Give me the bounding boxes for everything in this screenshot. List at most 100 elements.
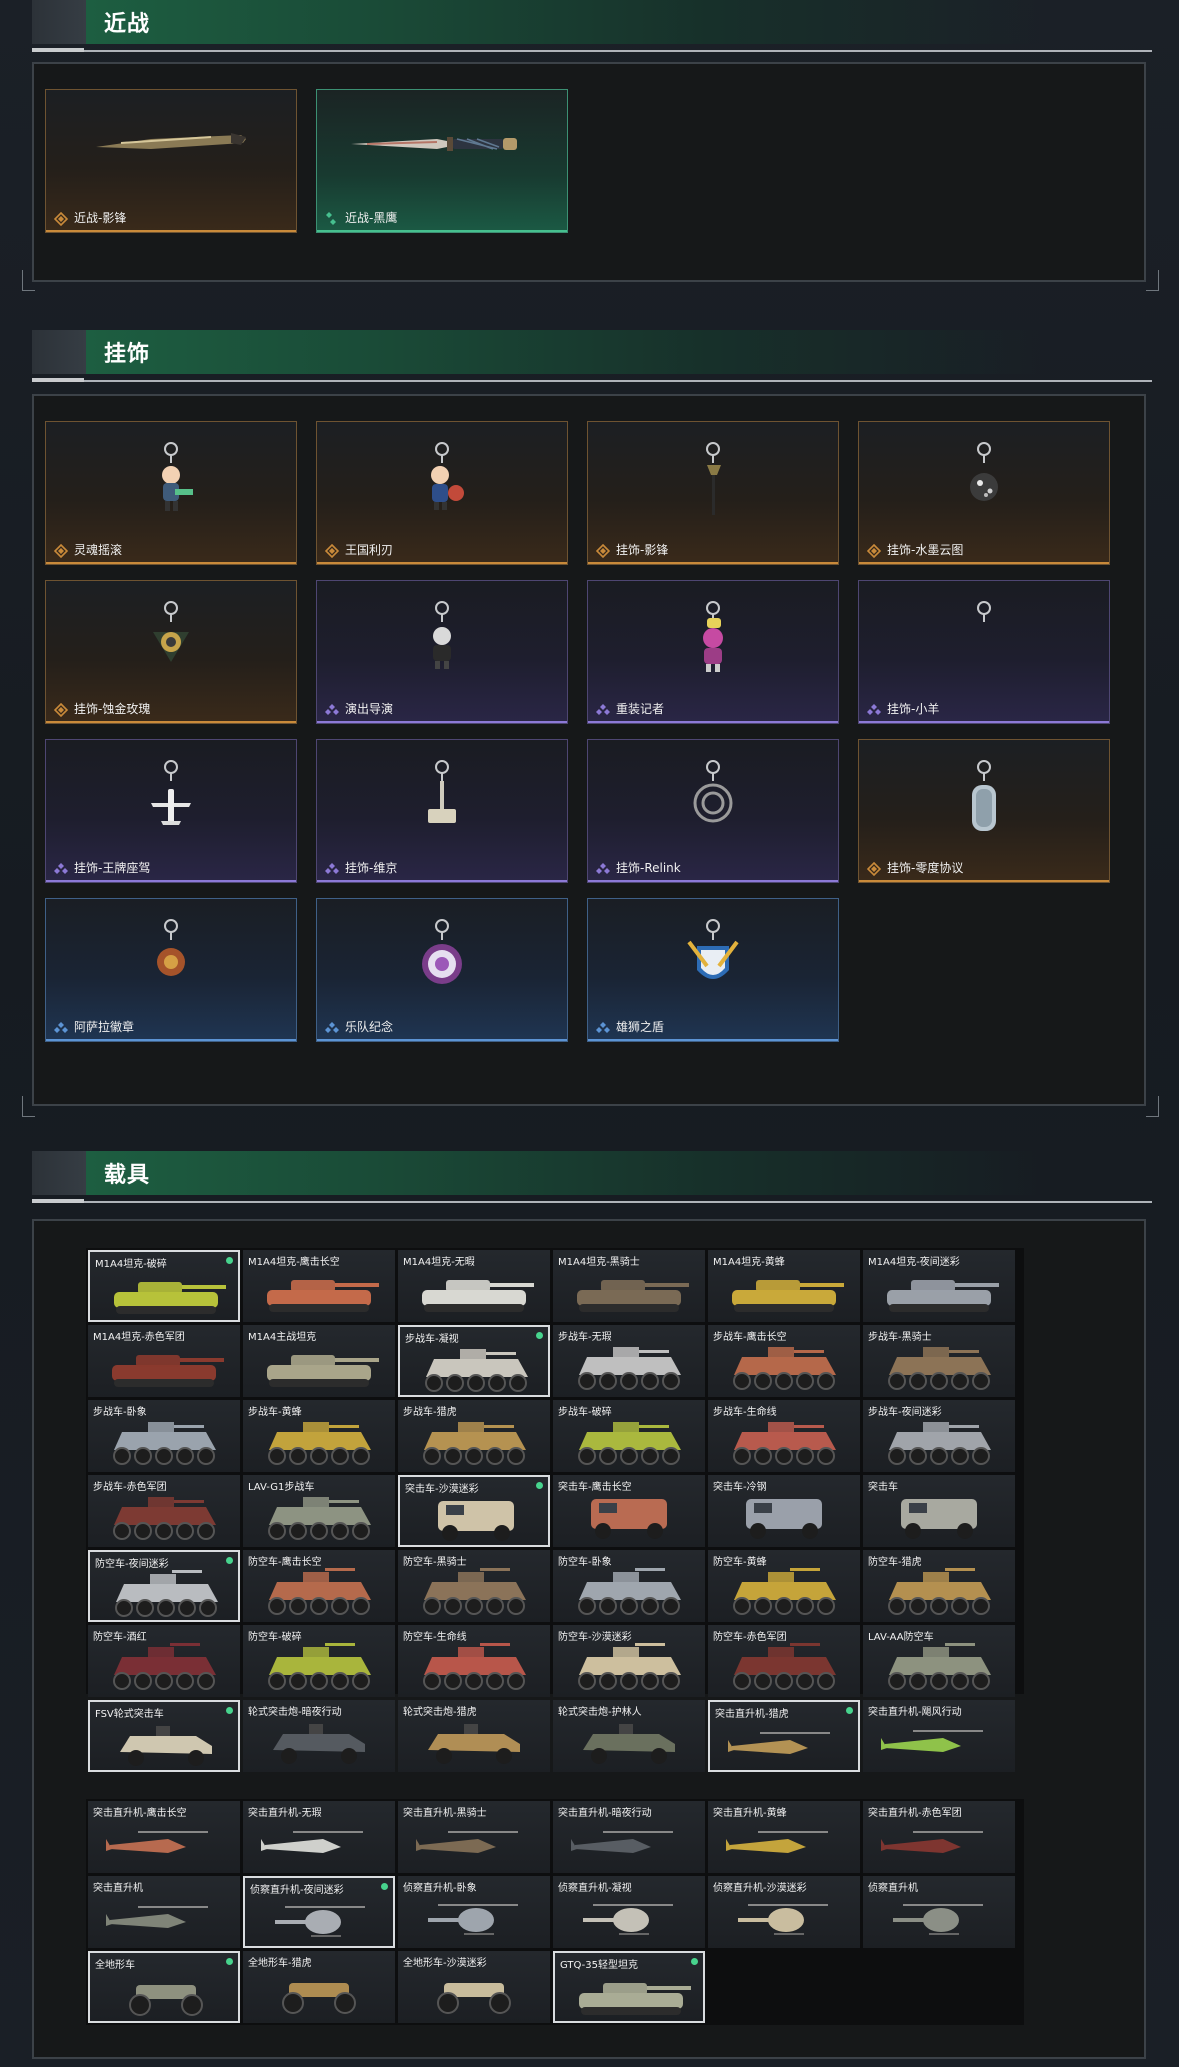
charm-item-card[interactable]: 挂饰-零度协议 <box>858 739 1110 883</box>
vehicle-skin-card[interactable]: 步战车-赤色军团 <box>88 1475 240 1547</box>
vehicle-skin-card[interactable]: M1A4坦克-无暇 <box>398 1250 550 1322</box>
charm-item-card[interactable]: 雄狮之盾 <box>587 898 839 1042</box>
charm-item-card[interactable]: 挂饰-维京 <box>316 739 568 883</box>
vehicle-label: 步战车-卧象 <box>93 1407 147 1418</box>
vehicle-skin-card[interactable]: 步战车-夜间迷彩 <box>863 1400 1015 1472</box>
vehicle-skin-card[interactable]: 全地形车-沙漠迷彩 <box>398 1951 550 2023</box>
melee-item-card[interactable]: 近战-影锋 <box>45 89 297 233</box>
vehicle-label: 突击直升机-猎虎 <box>715 1709 789 1720</box>
vehicle-tank-icon <box>577 1280 689 1312</box>
vehicle-skin-card[interactable]: 侦察直升机-沙漠迷彩 <box>708 1876 860 1948</box>
vehicle-skin-card[interactable]: 侦察直升机-凝视 <box>553 1876 705 1948</box>
vehicle-skin-card[interactable]: 防空车-黑骑士 <box>398 1550 550 1622</box>
vehicle-skin-card[interactable]: 轮式突击炮-护林人 <box>553 1700 705 1772</box>
vehicle-skin-card[interactable]: 步战车-黑骑士 <box>863 1325 1015 1397</box>
vehicle-skin-card[interactable]: 侦察直升机 <box>863 1876 1015 1948</box>
vehicle-skin-card[interactable]: M1A4坦克-黑骑士 <box>553 1250 705 1322</box>
vehicle-skin-card[interactable]: 突击直升机 <box>88 1876 240 1948</box>
melee-item-card[interactable]: 近战-黑鹰 <box>316 89 568 233</box>
vehicle-skin-card[interactable]: M1A4坦克-鹰击长空 <box>243 1250 395 1322</box>
vehicle-skin-card[interactable]: 突击直升机-猎虎 <box>708 1700 860 1772</box>
vehicle-skin-card[interactable]: LAV-AA防空车 <box>863 1625 1015 1697</box>
vehicle-skin-card[interactable]: 步战车-凝视 <box>398 1325 550 1397</box>
vehicle-skin-card[interactable]: 步战车-猎虎 <box>398 1400 550 1472</box>
vehicle-skin-card[interactable]: 突击直升机-飓风行动 <box>863 1700 1015 1772</box>
vehicle-ifv-icon <box>268 1497 371 1540</box>
charm-item-card[interactable]: 挂饰-蚀金玫瑰 <box>45 580 297 724</box>
vehicle-aa-icon <box>578 1568 681 1615</box>
vehicle-skin-card[interactable]: 全地形车 <box>88 1951 240 2023</box>
vehicle-tank-icon <box>422 1280 534 1312</box>
vehicle-skin-card[interactable]: 防空车-猎虎 <box>863 1550 1015 1622</box>
vehicle-skin-card[interactable]: 突击车 <box>863 1475 1015 1547</box>
vehicle-skin-card[interactable]: M1A4坦克-黄蜂 <box>708 1250 860 1322</box>
vehicle-skin-card[interactable]: 突击车-冷钢 <box>708 1475 860 1547</box>
charm-item-card[interactable]: 灵魂摇滚 <box>45 421 297 565</box>
vehicle-skin-card[interactable]: 突击直升机-黄蜂 <box>708 1801 860 1873</box>
item-artwork <box>703 601 793 723</box>
equipped-indicator <box>226 1557 233 1564</box>
vehicle-label: 全地形车-沙漠迷彩 <box>403 1958 487 1969</box>
vehicle-skin-card[interactable]: 步战车-鹰击长空 <box>708 1325 860 1397</box>
item-artwork <box>693 760 793 882</box>
vehicle-scout-icon <box>738 1904 828 1935</box>
vehicle-skin-card[interactable]: 防空车-沙漠迷彩 <box>553 1625 705 1697</box>
item-artwork <box>687 919 793 1041</box>
vehicle-skin-card[interactable]: 防空车-赤色军团 <box>708 1625 860 1697</box>
vehicle-skin-card[interactable]: 突击直升机-赤色军团 <box>863 1801 1015 1873</box>
charm-item-card[interactable]: 挂饰-影锋 <box>587 421 839 565</box>
vehicle-skin-card[interactable]: M1A4坦克-破碎 <box>88 1250 240 1322</box>
charm-item-card[interactable]: 挂饰-水墨云图 <box>858 421 1110 565</box>
charm-item-card[interactable]: 挂饰-Relink <box>587 739 839 883</box>
charm-item-card[interactable]: 挂饰-小羊 <box>858 580 1110 724</box>
vehicle-skin-card[interactable]: 侦察直升机-夜间迷彩 <box>243 1876 395 1948</box>
section-tab <box>32 1151 86 1195</box>
vehicle-skin-card[interactable]: FSV轮式突击车 <box>88 1700 240 1772</box>
vehicle-skin-card[interactable]: 全地形车-猎虎 <box>243 1951 395 2023</box>
vehicle-skin-card[interactable]: 突击直升机-暗夜行动 <box>553 1801 705 1873</box>
vehicle-skin-card[interactable]: 防空车-夜间迷彩 <box>88 1550 240 1622</box>
vehicle-skin-card[interactable]: 突击直升机-黑骑士 <box>398 1801 550 1873</box>
vehicle-aa-icon <box>423 1643 526 1690</box>
vehicle-label: 轮式突击炮-护林人 <box>558 1707 642 1718</box>
vehicle-skin-card[interactable]: 步战车-黄蜂 <box>243 1400 395 1472</box>
charm-item-card[interactable]: 阿萨拉徽章 <box>45 898 297 1042</box>
rarity-blue-icon <box>54 1020 68 1034</box>
vehicle-skin-card[interactable]: 轮式突击炮-猎虎 <box>398 1700 550 1772</box>
vehicle-skin-card[interactable]: M1A4坦克-赤色军团 <box>88 1325 240 1397</box>
charm-item-card[interactable]: 王国利刃 <box>316 421 568 565</box>
vehicle-skin-card[interactable]: 防空车-破碎 <box>243 1625 395 1697</box>
vehicle-skin-card[interactable]: 轮式突击炮-暗夜行动 <box>243 1700 395 1772</box>
vehicle-skin-card[interactable]: 步战车-破碎 <box>553 1400 705 1472</box>
charm-item-card[interactable]: 演出导演 <box>316 580 568 724</box>
vehicle-skin-card[interactable]: 步战车-卧象 <box>88 1400 240 1472</box>
charm-item-card[interactable]: 乐队纪念 <box>316 898 568 1042</box>
charm-item-card[interactable]: 重装记者 <box>587 580 839 724</box>
vehicle-label: 步战车-破碎 <box>558 1407 612 1418</box>
vehicle-skin-card[interactable]: GTQ-35轻型坦克 <box>553 1951 705 2023</box>
vehicle-skin-card[interactable]: 防空车-酒红 <box>88 1625 240 1697</box>
item-label: 挂饰-维京 <box>345 861 398 875</box>
vehicle-skin-card[interactable]: 突击直升机-鹰击长空 <box>88 1801 240 1873</box>
vehicle-skin-card[interactable]: LAV-G1步战车 <box>243 1475 395 1547</box>
vehicle-skin-card[interactable]: 突击直升机-无瑕 <box>243 1801 395 1873</box>
vehicle-truck-icon <box>438 1501 514 1541</box>
vehicle-skin-card[interactable]: 防空车-卧象 <box>553 1550 705 1622</box>
vehicle-skin-card[interactable]: 突击车-沙漠迷彩 <box>398 1475 550 1547</box>
rarity-purple-icon <box>54 861 68 875</box>
item-label: 挂饰-水墨云图 <box>887 543 964 557</box>
vehicle-skin-card[interactable]: 突击车-鹰击长空 <box>553 1475 705 1547</box>
vehicle-skin-card[interactable]: 防空车-鹰击长空 <box>243 1550 395 1622</box>
vehicle-skin-card[interactable]: 防空车-生命线 <box>398 1625 550 1697</box>
vehicle-skin-card[interactable]: 防空车-黄蜂 <box>708 1550 860 1622</box>
vehicle-skin-card[interactable]: M1A4坦克-夜间迷彩 <box>863 1250 1015 1322</box>
charm-item-card[interactable]: 挂饰-王牌座驾 <box>45 739 297 883</box>
item-label: 阿萨拉徽章 <box>74 1020 135 1034</box>
vehicle-skin-card[interactable]: M1A4主战坦克 <box>243 1325 395 1397</box>
vehicle-skin-card[interactable]: 步战车-生命线 <box>708 1400 860 1472</box>
vehicle-label: 突击直升机-无瑕 <box>248 1808 322 1819</box>
vehicle-skin-card[interactable]: 侦察直升机-卧象 <box>398 1876 550 1948</box>
vehicle-skin-card[interactable]: 步战车-无瑕 <box>553 1325 705 1397</box>
vehicle-label: 侦察直升机-凝视 <box>558 1883 632 1894</box>
vehicle-ifv-icon <box>113 1422 216 1465</box>
